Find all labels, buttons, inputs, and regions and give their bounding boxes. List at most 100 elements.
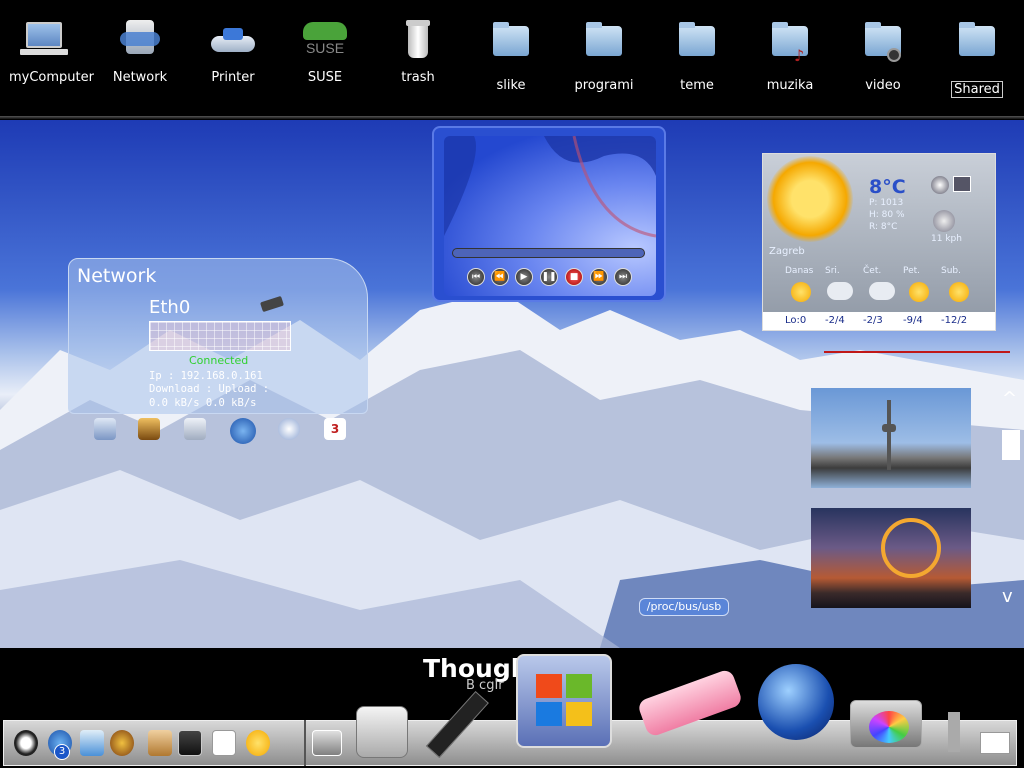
wind-speed: 11 kph bbox=[931, 234, 962, 244]
forward-button[interactable]: ⏩ bbox=[590, 268, 608, 286]
desktop-icon-bar: myComputer Network Printer SUSE SUSE tra… bbox=[0, 0, 1024, 119]
forecast-day: Čet. bbox=[863, 266, 882, 276]
calendar-tab-icon[interactable]: 3 bbox=[324, 418, 346, 440]
loader-icon[interactable] bbox=[212, 730, 236, 756]
globe-icon[interactable] bbox=[931, 176, 949, 194]
desktop-icon-muzika[interactable]: ♪ muzika bbox=[747, 18, 833, 93]
desktop-icon-label: Network bbox=[112, 70, 168, 85]
rain-cloud-icon bbox=[869, 282, 895, 300]
mail-icon[interactable] bbox=[80, 730, 104, 756]
desktop-icon-label: SUSE bbox=[307, 70, 343, 85]
network-widget-toolbar: 3 bbox=[88, 418, 358, 444]
user-icon[interactable] bbox=[178, 730, 202, 756]
desktop-icon-label: myComputer bbox=[9, 70, 94, 85]
scroll-down-icon[interactable]: v bbox=[1002, 586, 1013, 607]
network-icon bbox=[116, 18, 164, 62]
address-book-icon[interactable] bbox=[148, 730, 172, 756]
sun-weather-icon bbox=[767, 156, 853, 242]
desktop-icon-video[interactable]: video bbox=[840, 18, 926, 93]
device-tooltip: /proc/bus/usb bbox=[639, 598, 729, 616]
desktop-icon-shared[interactable]: Shared bbox=[934, 18, 1020, 98]
forecast-temp: -12/2 bbox=[941, 315, 968, 326]
rewind-button[interactable]: ⏪ bbox=[491, 268, 509, 286]
tux-icon[interactable] bbox=[14, 730, 38, 756]
current-temperature: 8°C bbox=[869, 176, 906, 198]
trash-icon bbox=[394, 18, 442, 62]
play-button[interactable]: ▶ bbox=[515, 268, 533, 286]
forecast-day: Pet. bbox=[903, 266, 921, 276]
desktop-icon-teme[interactable]: teme bbox=[654, 18, 740, 93]
desktop-icon-label: video bbox=[865, 78, 901, 93]
red-divider bbox=[824, 351, 1010, 353]
desktop-icon-mycomputer[interactable]: myComputer bbox=[1, 18, 94, 85]
desktop-icon-network[interactable]: Network bbox=[97, 18, 183, 85]
weather-widget[interactable]: 8°C P: 1013 H: 80 % R: 8°C 11 kph Zagreb… bbox=[762, 153, 996, 331]
network-card-icon bbox=[259, 295, 285, 313]
last-button[interactable]: ⏭ bbox=[614, 268, 632, 286]
connection-status: Connected bbox=[189, 354, 249, 367]
desktop-icon-label: programi bbox=[574, 78, 634, 93]
ip-address: Ip : 192.168.0.161 bbox=[149, 370, 263, 382]
forecast-day: Danas bbox=[785, 266, 814, 276]
forecast-temp: -2/3 bbox=[863, 315, 883, 326]
network-tab-icon[interactable] bbox=[230, 418, 256, 444]
forecast-temp: -9/4 bbox=[903, 315, 923, 326]
folder-pictures-icon bbox=[487, 22, 535, 70]
windows-drive-icon[interactable] bbox=[516, 654, 612, 748]
notification-badge: 3 bbox=[54, 744, 70, 760]
desktop-icon-label: Shared bbox=[951, 81, 1003, 98]
desktop-icon-label: teme bbox=[680, 78, 714, 93]
traffic-values: 0.0 kB/s 0.0 kB/s bbox=[149, 397, 257, 409]
desktop-icon-label: slike bbox=[496, 78, 526, 93]
media-icon[interactable] bbox=[312, 730, 342, 756]
traffic-graph bbox=[149, 321, 291, 351]
first-button[interactable]: ⏮ bbox=[467, 268, 485, 286]
desktop-icon-printer[interactable]: Printer bbox=[190, 18, 276, 85]
film-icon[interactable] bbox=[110, 730, 134, 756]
desktop-icon-suse[interactable]: SUSE SUSE bbox=[282, 18, 368, 85]
traffic-labels: Download : Upload : bbox=[149, 383, 270, 395]
clock-tab-icon[interactable] bbox=[278, 418, 300, 440]
slideshow-photo-city[interactable] bbox=[811, 388, 971, 488]
slideshow-photo-ferris-wheel[interactable] bbox=[811, 508, 971, 608]
desktop-icon-label: Printer bbox=[211, 70, 255, 85]
desktop-icon-programi[interactable]: programi bbox=[561, 18, 647, 93]
forecast-day: Sub. bbox=[941, 266, 961, 276]
stop-button[interactable]: ■ bbox=[565, 268, 583, 286]
forecast-day: Sri. bbox=[825, 266, 840, 276]
hard-drive-icon[interactable] bbox=[356, 706, 408, 758]
sunny-icon bbox=[791, 282, 811, 302]
camera-icon[interactable] bbox=[850, 700, 922, 748]
media-seek-bar[interactable] bbox=[452, 248, 645, 258]
folder-video-icon bbox=[859, 22, 907, 70]
network-monitor-widget[interactable]: Network Eth0 Connected Ip : 192.168.0.16… bbox=[68, 258, 368, 414]
map-icon[interactable] bbox=[953, 176, 971, 192]
printer-icon bbox=[209, 18, 257, 62]
interface-name: Eth0 bbox=[149, 297, 191, 318]
globe-icon[interactable] bbox=[758, 664, 834, 740]
computer-tab-icon[interactable] bbox=[94, 418, 116, 440]
pause-button[interactable]: ❚❚ bbox=[540, 268, 558, 286]
humidity: H: 80 % bbox=[869, 210, 905, 220]
disk-tab-icon[interactable] bbox=[184, 418, 206, 440]
suse-icon: SUSE bbox=[301, 18, 349, 62]
realfeel: R: 8°C bbox=[869, 222, 898, 232]
top-separator bbox=[0, 116, 1024, 119]
forecast-temp: Lo:0 bbox=[785, 315, 807, 326]
desktop-icon-label: muzika bbox=[766, 78, 814, 93]
sun-icon[interactable] bbox=[246, 730, 270, 756]
desktop-icon-trash[interactable]: trash bbox=[375, 18, 461, 85]
forecast-temp: -2/4 bbox=[825, 315, 845, 326]
scroll-up-icon[interactable]: ^ bbox=[1002, 388, 1017, 409]
widget-title: Network bbox=[77, 265, 157, 287]
sunny-icon bbox=[949, 282, 969, 302]
tools-icon[interactable] bbox=[944, 712, 1014, 756]
thought-subtitle: B cgIr bbox=[466, 678, 504, 693]
sunny-icon bbox=[909, 282, 929, 302]
pressure: P: 1013 bbox=[869, 198, 904, 208]
folder-icon bbox=[673, 22, 721, 70]
slideshow-scrollbar[interactable] bbox=[1002, 430, 1020, 460]
desktop-icon-slike[interactable]: slike bbox=[468, 18, 554, 93]
wind-icon bbox=[933, 210, 955, 232]
cpu-tab-icon[interactable] bbox=[138, 418, 160, 440]
